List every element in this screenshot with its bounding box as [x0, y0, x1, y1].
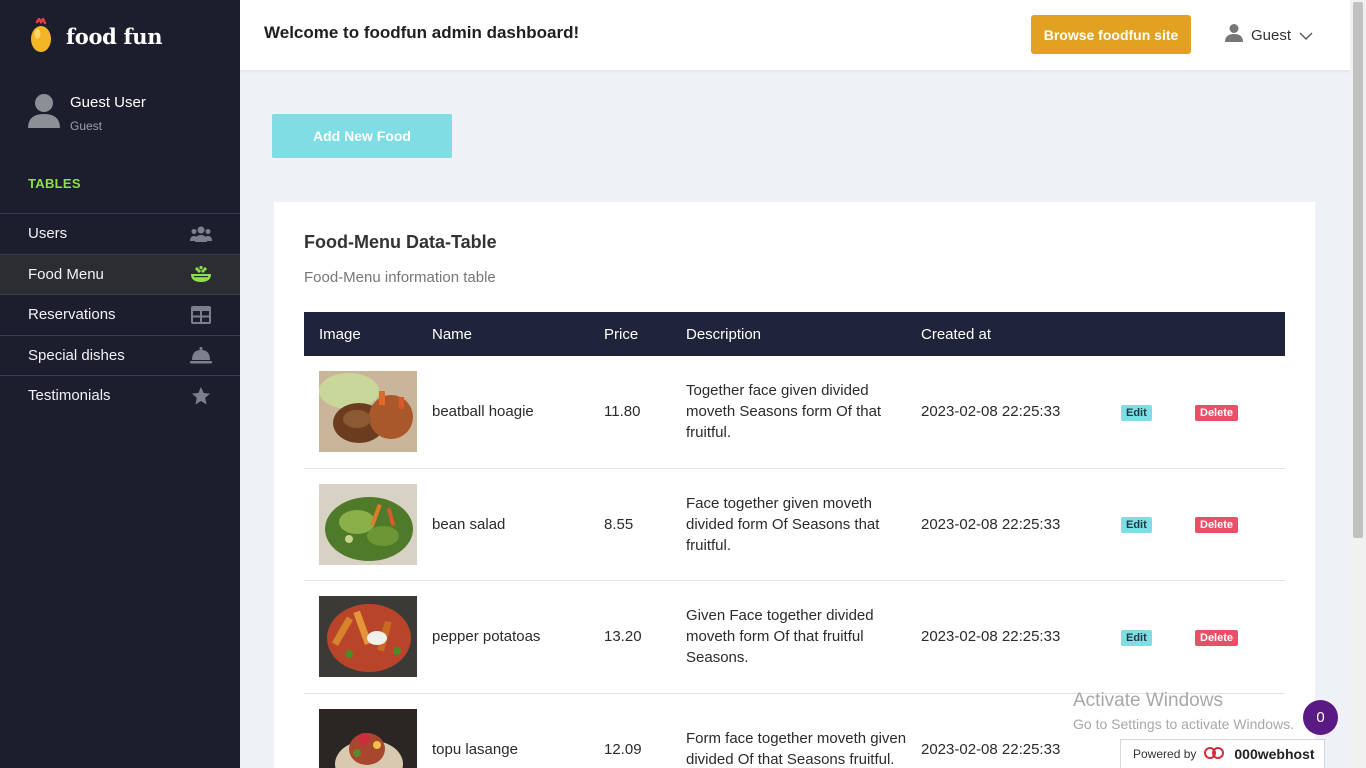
food-price: 13.20: [604, 628, 642, 646]
brand[interactable]: food fun: [28, 16, 163, 56]
food-created-at: 2023-02-08 22:25:33: [921, 403, 1061, 421]
food-image: [319, 708, 417, 768]
powered-by-badge[interactable]: Powered by 000webhost: [1120, 739, 1325, 768]
food-image: [319, 371, 417, 453]
sidebar-item-label: Food Menu: [28, 265, 104, 283]
table-row: bean salad 8.55 Face together given move…: [304, 469, 1285, 581]
activate-windows-watermark: Activate Windows Go to Settings to activ…: [1073, 690, 1294, 732]
food-name: topu lasange: [432, 740, 518, 758]
delete-button[interactable]: Delete: [1195, 404, 1239, 421]
food-bowl-icon: [190, 263, 212, 285]
account-menu[interactable]: Guest: [1225, 23, 1313, 47]
table-row: pepper potatoas 13.20 Given Face togethe…: [304, 581, 1285, 694]
user-avatar-icon: [28, 92, 60, 130]
welcome-heading: Welcome to foodfun admin dashboard!: [264, 23, 580, 42]
food-name: pepper potatoas: [432, 628, 541, 646]
account-label: Guest: [1251, 26, 1292, 44]
tables-section-title: TABLES: [28, 176, 81, 191]
sidebar-item-label: Reservations: [28, 306, 116, 324]
sidebar-item-users[interactable]: Users: [0, 213, 240, 254]
chicken-egg-logo-icon: [28, 16, 54, 54]
table-row: beatball hoagie 11.80 Together face give…: [304, 356, 1285, 469]
food-description: Form face together moveth given divided …: [686, 730, 907, 768]
column-header-image: Image: [319, 325, 361, 343]
browse-site-button[interactable]: Browse foodfun site: [1031, 15, 1191, 54]
sidebar-item-label: Testimonials: [28, 387, 111, 405]
food-name: bean salad: [432, 515, 506, 533]
star-icon: [190, 385, 212, 407]
food-image: [319, 596, 417, 678]
food-menu-card: Food-Menu Data-Table Food-Menu informati…: [274, 202, 1315, 768]
column-header-price: Price: [604, 325, 639, 343]
top-bar: Welcome to foodfun admin dashboard! Brow…: [240, 0, 1350, 70]
chevron-down-icon: [1299, 27, 1313, 44]
food-name: beatball hoagie: [432, 403, 534, 421]
table-icon: [190, 304, 212, 326]
sidebar-item-reservations[interactable]: Reservations: [0, 294, 240, 335]
user-name: Guest User: [70, 94, 146, 111]
powered-brand: 000webhost: [1234, 746, 1315, 762]
sidebar-item-label: Users: [28, 225, 68, 243]
edit-button[interactable]: Edit: [1121, 404, 1152, 421]
brand-name: food fun: [66, 23, 163, 49]
scrollbar-thumb[interactable]: [1353, 2, 1363, 538]
notification-bubble[interactable]: 0: [1303, 700, 1338, 735]
users-icon: [190, 223, 212, 245]
webhost-logo-icon: [1204, 745, 1226, 764]
card-title: Food-Menu Data-Table: [304, 232, 497, 252]
food-created-at: 2023-02-08 22:25:33: [921, 740, 1061, 758]
food-description: Given Face together divided moveth form …: [686, 607, 874, 667]
delete-button[interactable]: Delete: [1195, 629, 1239, 646]
sidebar-item-testimonials[interactable]: Testimonials: [0, 375, 240, 416]
column-header-description: Description: [686, 325, 762, 343]
serving-bell-icon: [190, 344, 212, 366]
user-icon: [1225, 23, 1243, 47]
table-header-row: Image Name Price Description Created at: [304, 312, 1285, 356]
food-image: [319, 483, 417, 565]
add-new-food-button[interactable]: Add New Food: [272, 114, 452, 158]
food-description: Together face given divided moveth Seaso…: [686, 382, 882, 442]
powered-by-label: Powered by: [1133, 747, 1197, 761]
delete-button[interactable]: Delete: [1195, 517, 1239, 534]
card-subtitle: Food-Menu information table: [304, 269, 496, 286]
edit-button[interactable]: Edit: [1121, 629, 1152, 646]
column-header-created-at: Created at: [921, 325, 992, 343]
sidebar-nav: Users Food Menu Reservations Special dis…: [0, 213, 240, 416]
column-header-name: Name: [432, 325, 473, 343]
activate-title: Activate Windows: [1073, 690, 1223, 711]
page-scrollbar[interactable]: [1350, 0, 1366, 768]
user-block: Guest User Guest: [28, 92, 146, 133]
food-created-at: 2023-02-08 22:25:33: [921, 628, 1061, 646]
food-price: 12.09: [604, 740, 642, 758]
food-created-at: 2023-02-08 22:25:33: [921, 515, 1061, 533]
food-price: 11.80: [604, 403, 641, 421]
food-description: Face together given moveth divided form …: [686, 494, 880, 554]
sidebar: food fun Guest User Guest TABLES Users F…: [0, 0, 240, 768]
user-role: Guest: [70, 119, 103, 133]
edit-button[interactable]: Edit: [1121, 517, 1152, 534]
food-price: 8.55: [604, 515, 634, 533]
activate-subtitle: Go to Settings to activate Windows.: [1073, 716, 1294, 732]
sidebar-item-label: Special dishes: [28, 346, 125, 364]
sidebar-item-special-dishes[interactable]: Special dishes: [0, 334, 240, 376]
sidebar-item-food-menu[interactable]: Food Menu: [0, 253, 240, 294]
